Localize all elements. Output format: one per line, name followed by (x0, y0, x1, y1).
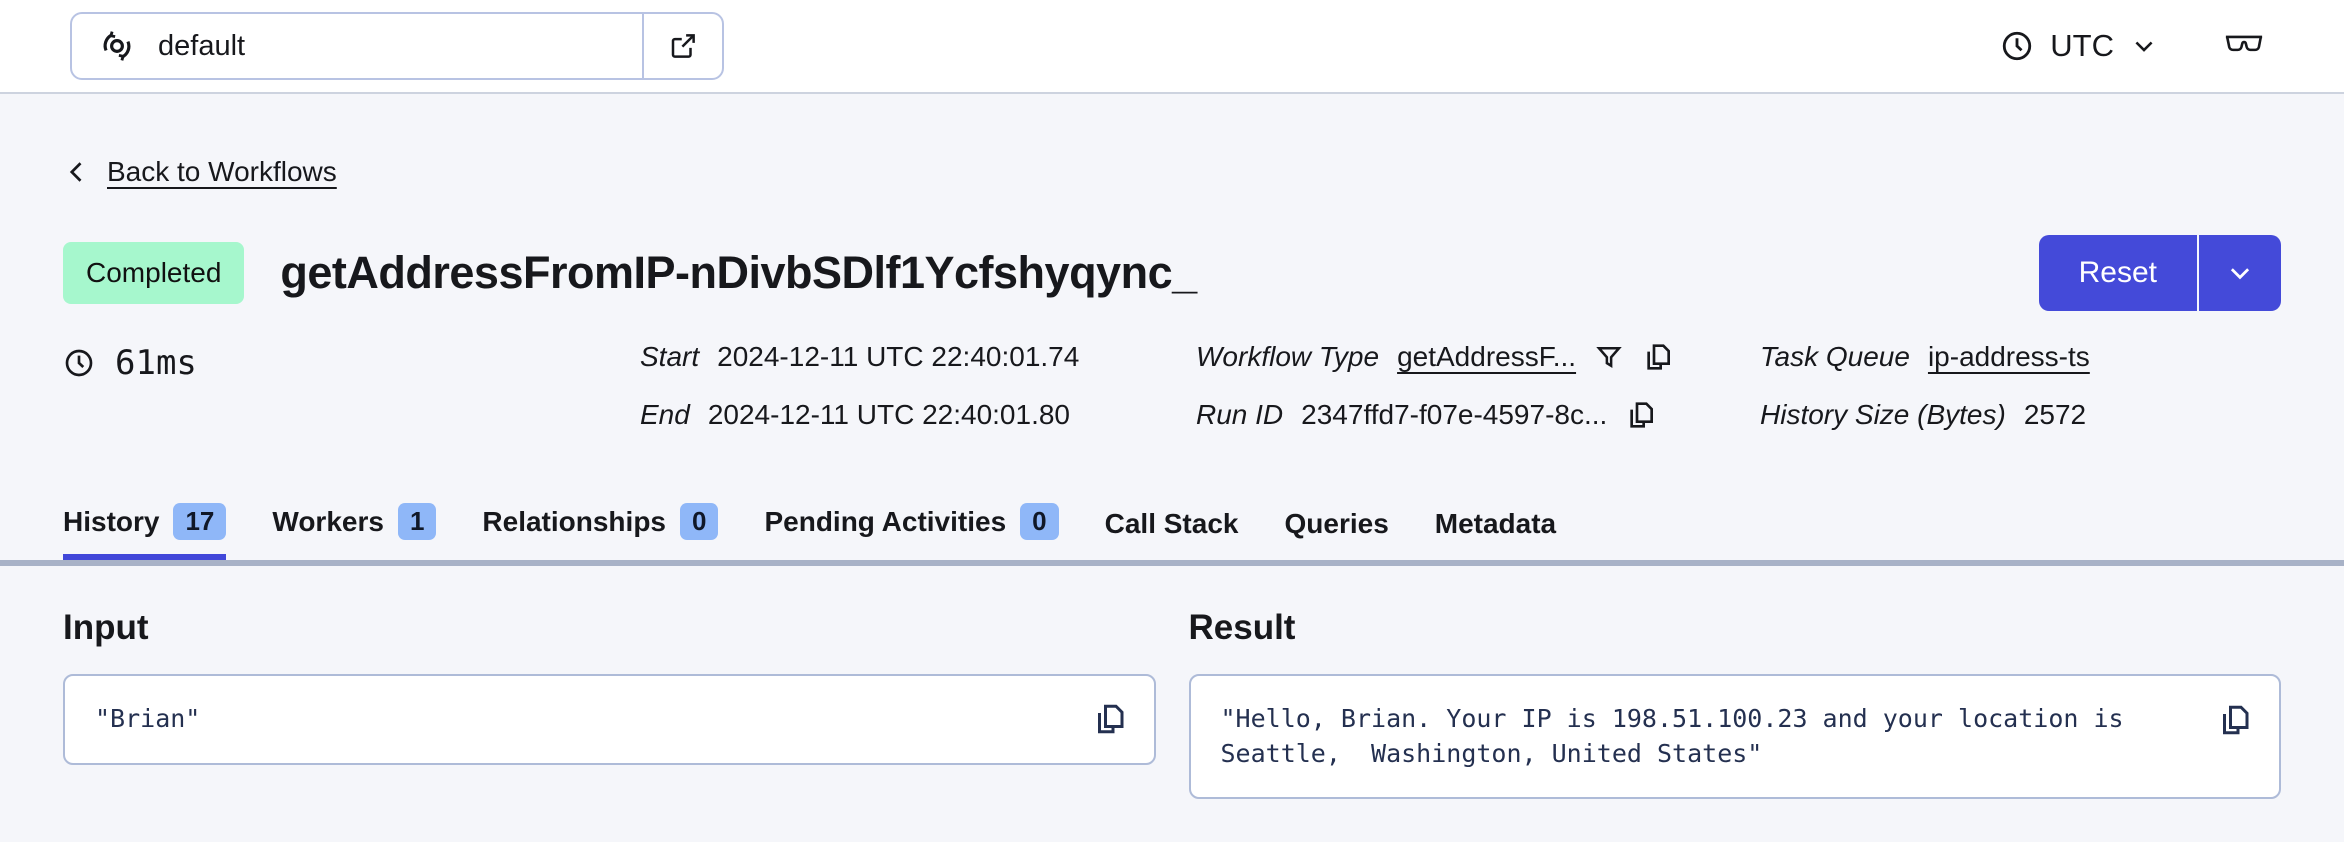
result-heading: Result (1188, 608, 1296, 647)
tabs-divider (0, 560, 2344, 566)
clock-icon (63, 347, 95, 379)
tab-queries[interactable]: Queries (1284, 508, 1388, 560)
end-label: End (640, 399, 690, 430)
duration-value: 61ms (115, 343, 197, 383)
workflow-type-filter-button[interactable] (1594, 342, 1624, 372)
reset-menu-button[interactable] (2197, 235, 2281, 311)
tab-count-badge: 0 (680, 503, 719, 540)
workflow-detail-page: Back to Workflows Completed getAddressFr… (0, 94, 2344, 842)
meta-task-queue: Task Queue ip-address-ts (1760, 341, 2281, 373)
workflow-title-row: Completed getAddressFromIP-nDivbSDlf1Ycf… (63, 235, 2281, 311)
namespace-selector[interactable]: default (70, 12, 724, 80)
tab-label: Queries (1284, 508, 1389, 539)
meta-end: End 2024-12-11 UTC 22:40:01.80 (640, 399, 1196, 431)
result-column: Result "Hello, Brian. Your IP is 198.51.… (1188, 608, 2281, 799)
input-copy-button[interactable] (1092, 701, 1128, 737)
workflow-duration: 61ms (63, 343, 197, 383)
reset-split-button: Reset (2038, 235, 2281, 311)
clock-icon (2000, 29, 2034, 63)
copy-icon (2217, 702, 2253, 738)
timezone-label: UTC (2050, 28, 2114, 63)
namespace-name: default (158, 29, 246, 62)
copy-icon (1625, 399, 1657, 431)
tab-label: Pending Activities (764, 505, 1007, 537)
result-value: "Hello, Brian. Your IP is 198.51.100.23 … (1220, 704, 2139, 768)
tab-label: Relationships (482, 505, 666, 537)
tab-workers[interactable]: Workers 1 (272, 503, 437, 560)
history-size-label: History Size (Bytes) (1760, 399, 2006, 430)
namespace-icon (98, 27, 136, 65)
workflow-title: getAddressFromIP-nDivbSDlf1Ycfshyqync_ (280, 247, 1197, 298)
start-value: 2024-12-11 UTC 22:40:01.74 (717, 341, 1080, 372)
input-column: Input "Brian" (63, 608, 1156, 799)
filter-icon (1594, 342, 1624, 372)
chevron-left-icon (63, 158, 91, 186)
tab-label: Call Stack (1104, 508, 1239, 539)
timezone-dropdown[interactable]: UTC (2000, 28, 2158, 64)
meta-start: Start 2024-12-11 UTC 22:40:01.74 (640, 341, 1196, 373)
meta-grid: Start 2024-12-11 UTC 22:40:01.74 Workflo… (640, 341, 2281, 431)
tab-label: History (63, 505, 160, 537)
tab-count-badge: 0 (1020, 503, 1059, 540)
workflow-meta: 61ms Start 2024-12-11 UTC 22:40:01.74 Wo… (63, 341, 2281, 457)
labs-mode-button[interactable] (2222, 30, 2266, 62)
run-id-copy-button[interactable] (1625, 399, 1657, 431)
chevron-down-icon (2130, 32, 2158, 60)
input-result-section: Input "Brian" Result "Hello, Brian. Your… (63, 608, 2281, 799)
status-badge: Completed (63, 242, 245, 304)
input-heading: Input (63, 608, 149, 647)
namespace-current[interactable]: default (72, 14, 642, 78)
result-box: "Hello, Brian. Your IP is 198.51.100.23 … (1188, 674, 2281, 799)
tab-relationships[interactable]: Relationships 0 (482, 503, 719, 560)
input-value: "Brian" (95, 704, 201, 733)
workflow-type-label: Workflow Type (1196, 341, 1380, 372)
top-bar-actions: UTC (2000, 28, 2266, 64)
glasses-icon (2222, 30, 2266, 62)
tab-label: Metadata (1434, 508, 1557, 539)
tab-pending-activities[interactable]: Pending Activities 0 (764, 503, 1059, 560)
reset-button[interactable]: Reset (2038, 235, 2197, 311)
copy-icon (1092, 701, 1128, 737)
tab-count-badge: 17 (173, 503, 227, 540)
task-queue-label: Task Queue (1760, 341, 1910, 372)
back-to-workflows-link[interactable]: Back to Workflows (63, 156, 337, 188)
input-box: "Brian" (63, 674, 1156, 765)
tab-count-badge: 1 (397, 503, 437, 540)
namespace-external-link-button[interactable] (642, 14, 722, 78)
tab-call-stack[interactable]: Call Stack (1105, 508, 1239, 560)
copy-icon (1642, 341, 1674, 373)
tab-label: Workers (272, 505, 384, 537)
task-queue-link[interactable]: ip-address-ts (1928, 341, 2090, 373)
workflow-type-copy-button[interactable] (1642, 341, 1674, 373)
back-link-label: Back to Workflows (107, 156, 337, 187)
start-label: Start (640, 341, 700, 372)
end-value: 2024-12-11 UTC 22:40:01.80 (707, 399, 1070, 430)
run-id-value: 2347ffd7-f07e-4597-8c... (1301, 399, 1608, 430)
meta-history-size: History Size (Bytes) 2572 (1760, 399, 2281, 431)
meta-workflow-type: Workflow Type getAddressF... (1196, 341, 1760, 373)
workflow-type-link[interactable]: getAddressF... (1397, 341, 1576, 373)
chevron-down-icon (2225, 258, 2255, 288)
tab-metadata[interactable]: Metadata (1435, 508, 1556, 560)
run-id-label: Run ID (1196, 399, 1284, 430)
meta-run-id: Run ID 2347ffd7-f07e-4597-8c... (1196, 399, 1760, 431)
top-bar: default UTC (0, 0, 2344, 94)
workflow-tabs: History 17 Workers 1 Relationships 0 Pen… (63, 503, 2281, 560)
external-link-icon (668, 31, 698, 61)
result-copy-button[interactable] (2217, 702, 2253, 738)
history-size-value: 2572 (2023, 399, 2087, 430)
tab-history[interactable]: History 17 (63, 503, 227, 560)
